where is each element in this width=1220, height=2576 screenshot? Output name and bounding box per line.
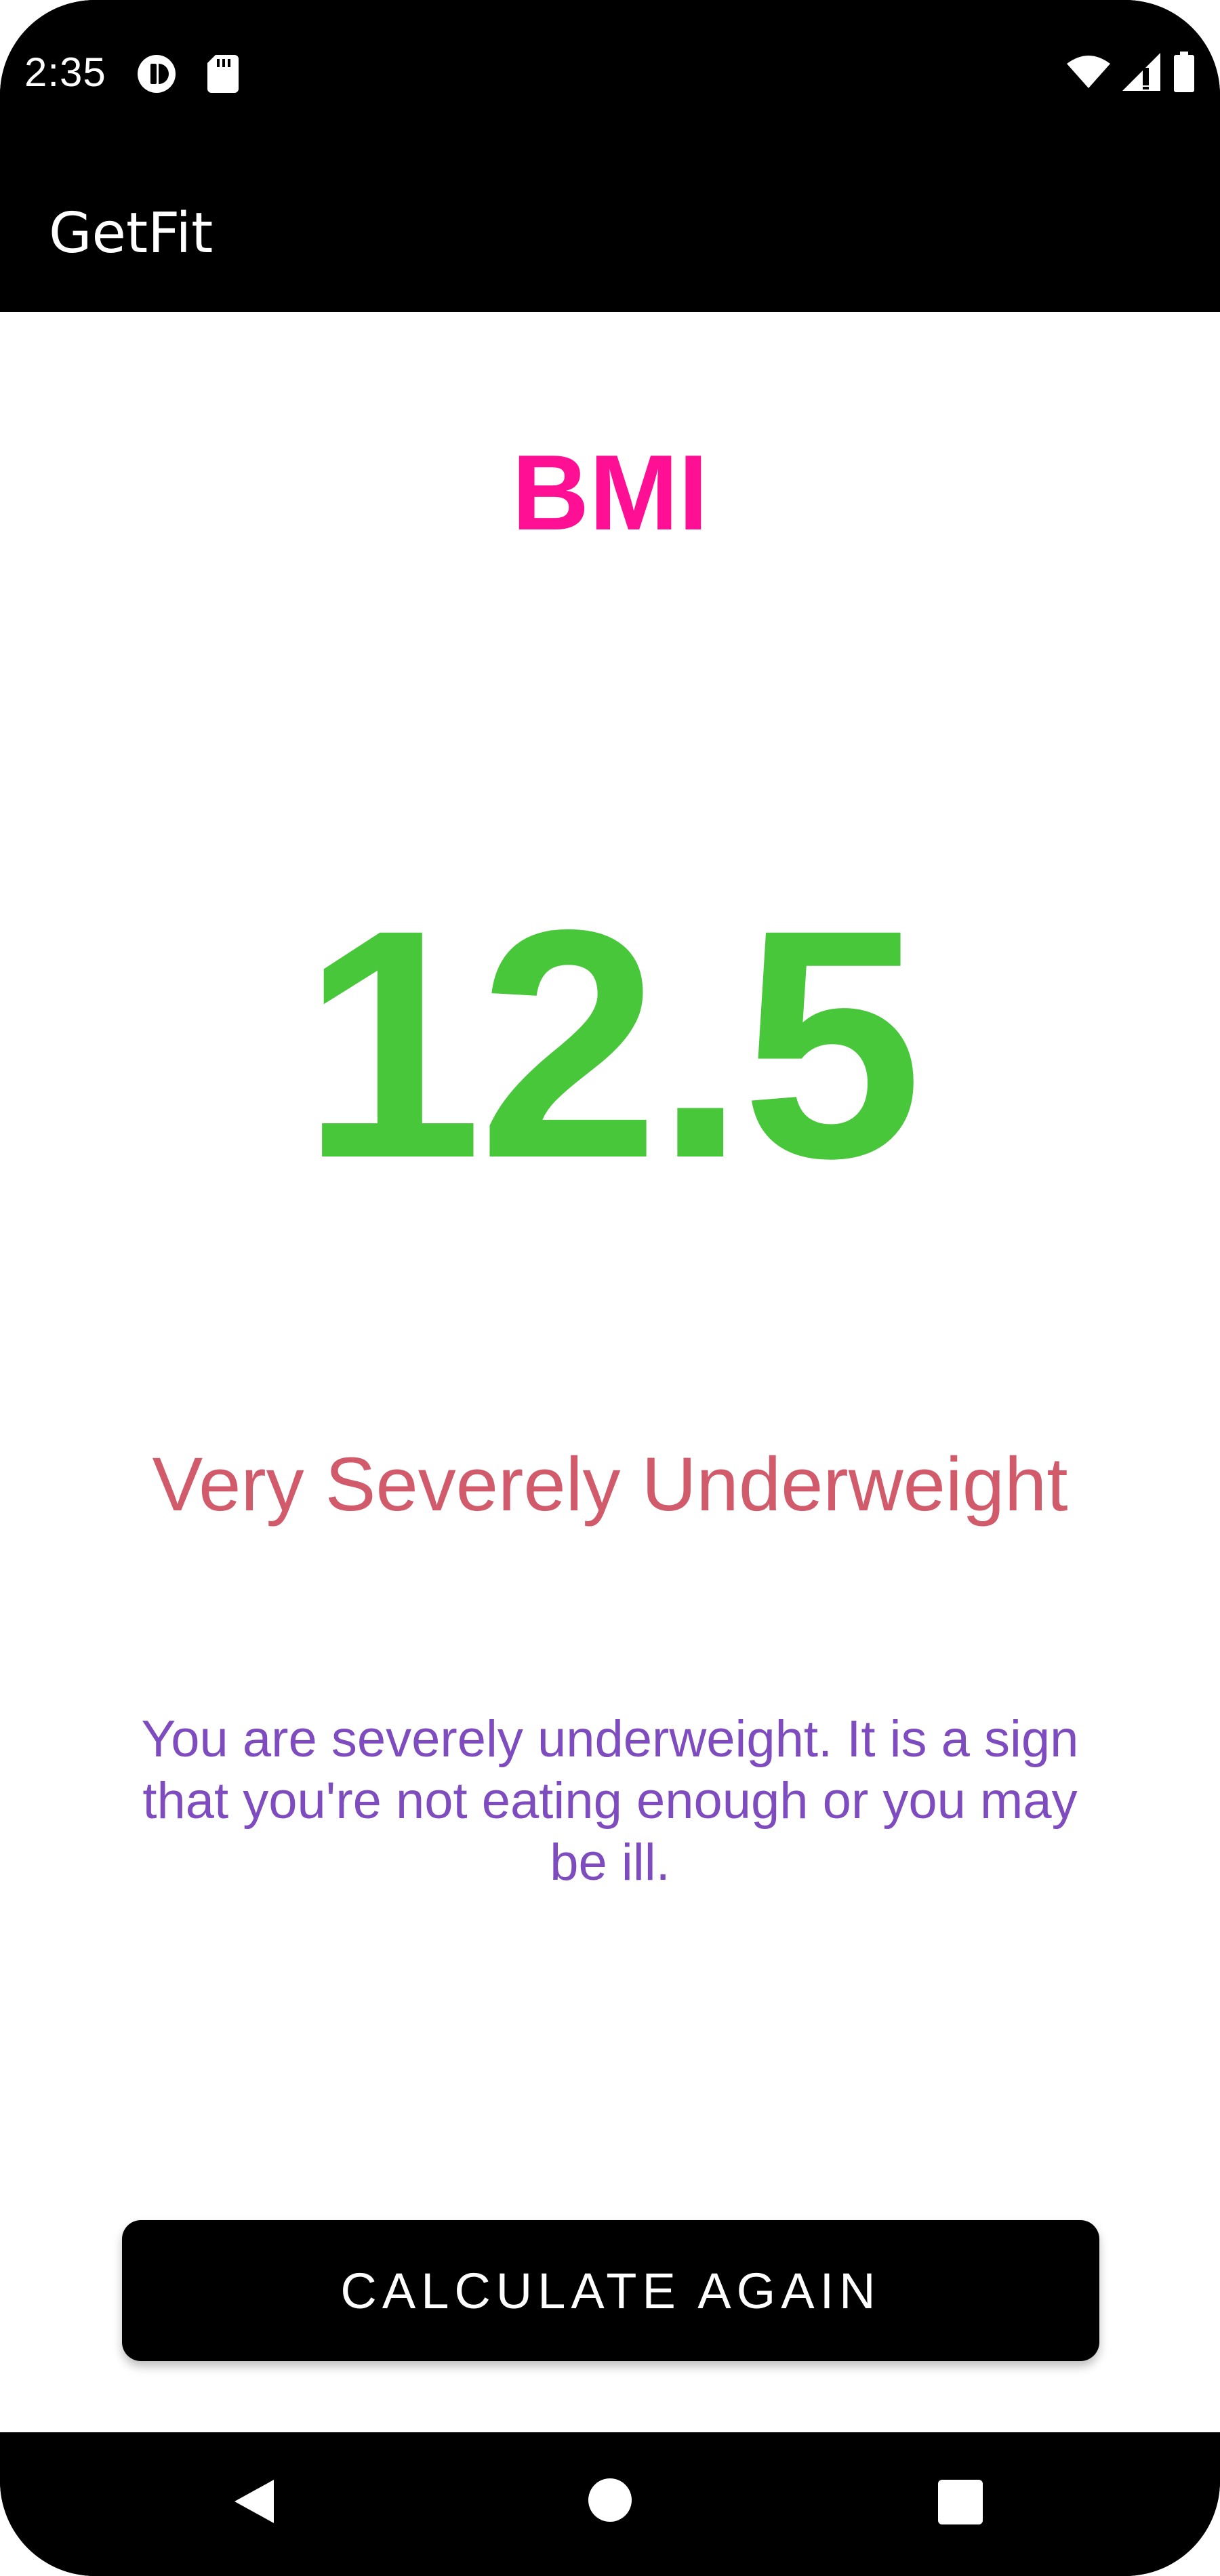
back-icon[interactable] — [229, 2474, 283, 2529]
app-bar: GetFit — [0, 146, 1220, 312]
sd-card-icon — [207, 55, 239, 96]
status-bar: 2:35 — [0, 0, 1220, 146]
wifi-icon — [1067, 54, 1110, 93]
phone-screen: 2:35 GetFit BMI 12.5 Very Severely Under… — [0, 0, 1220, 2576]
status-right-icons — [1067, 52, 1196, 96]
status-time: 2:35 — [24, 49, 106, 95]
navigation-bar — [0, 2432, 1220, 2576]
app-title: GetFit — [49, 201, 214, 266]
signal-icon — [1122, 53, 1160, 94]
recents-icon[interactable] — [938, 2480, 983, 2524]
battery-icon — [1173, 52, 1196, 96]
bmi-title: BMI — [512, 433, 708, 552]
home-icon[interactable] — [588, 2478, 632, 2522]
bmi-message: You are severely underweight. It is a si… — [141, 1710, 1079, 1892]
bmi-value: 12.5 — [301, 862, 922, 1226]
calculate-again-button[interactable]: CALCULATE AGAIN — [122, 2220, 1099, 2361]
status-left-icons — [136, 53, 239, 98]
data-saver-icon — [136, 53, 178, 98]
bmi-category: Very Severely Underweight — [152, 1442, 1068, 1527]
result-content: BMI 12.5 Very Severely Underweight You a… — [0, 312, 1220, 2432]
